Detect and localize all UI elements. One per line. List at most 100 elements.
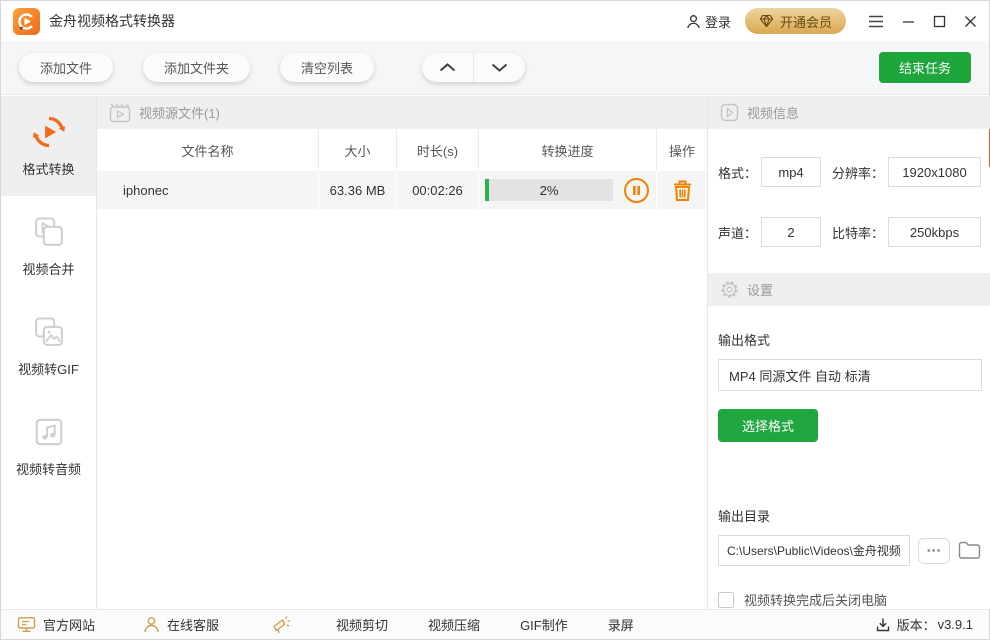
shutdown-option: 视频转换完成后关闭电脑 (718, 590, 981, 609)
gear-icon (720, 280, 739, 299)
video-to-gif-icon (31, 314, 67, 350)
app-logo-icon (13, 8, 40, 35)
open-folder-icon[interactable] (958, 541, 981, 560)
file-panel-title: 视频源文件(1) (139, 103, 220, 122)
official-site-link[interactable]: 官方网站 (17, 615, 95, 634)
sidebar-item-label: 视频转GIF (18, 359, 79, 378)
video-to-audio-icon (31, 414, 67, 450)
toolbar: 添加文件 添加文件夹 清空列表 结束任务 (1, 41, 989, 95)
film-icon (109, 103, 131, 123)
channels-label: 声道： (718, 223, 757, 242)
table-row[interactable]: iphonec 63.36 MB 00:02:26 2% (97, 171, 707, 209)
sidebar-item-label: 视频转音频 (16, 459, 81, 478)
output-dir-label: 输出目录 (718, 506, 981, 525)
settings-body: 输出格式 选择格式 输出目录 ••• 视频转换完成后关闭电脑 (708, 306, 990, 609)
sidebar-item-video-merge[interactable]: 视频合并 (1, 196, 96, 296)
cell-progress: 2% (479, 171, 657, 209)
login-label: 登录 (705, 12, 731, 31)
resolution-label: 分辨率： (832, 163, 884, 182)
update-icon (875, 617, 891, 633)
minimize-icon[interactable] (902, 15, 915, 28)
shutdown-checkbox[interactable] (718, 592, 734, 608)
official-site-label: 官方网站 (43, 615, 95, 634)
footer-links: 视频剪切 视频压缩 GIF制作 录屏 (336, 615, 634, 634)
service-person-icon (143, 616, 160, 633)
col-duration: 时长(s) (397, 129, 479, 171)
titlebar: 金舟视频格式转换器 登录 开通会员 (1, 1, 989, 41)
footer-link-video-compress[interactable]: 视频压缩 (428, 615, 480, 634)
version-info: 版本：v3.9.1 (875, 615, 973, 634)
video-info-fields: 格式： mp4 分辨率： 1920x1080 声道： 2 比特率： 250kbp… (708, 129, 990, 247)
monitor-icon (17, 616, 36, 633)
video-info-title: 视频信息 (747, 103, 799, 122)
move-down-button[interactable] (474, 53, 525, 82)
end-task-button[interactable]: 结束任务 (879, 52, 971, 83)
sidebar-item-video-to-gif[interactable]: 视频转GIF (1, 296, 96, 396)
video-info-header: 视频信息 (708, 96, 990, 129)
reorder-control (422, 53, 525, 82)
col-size: 大小 (319, 129, 397, 171)
app-title: 金舟视频格式转换器 (49, 11, 175, 31)
right-panel: 视频信息 格式： mp4 分辨率： 1920x1080 声道： 2 比特率： 2… (707, 96, 990, 609)
online-service-link[interactable]: 在线客服 (143, 615, 219, 634)
cell-size: 63.36 MB (319, 171, 397, 209)
sidebar-item-label: 格式转换 (22, 159, 74, 178)
cell-duration: 00:02:26 (397, 171, 479, 209)
menu-icon[interactable] (868, 15, 884, 28)
col-action: 操作 (657, 129, 707, 171)
delete-icon[interactable] (672, 179, 693, 202)
shutdown-checkbox-label: 视频转换完成后关闭电脑 (744, 590, 887, 609)
vip-button[interactable]: 开通会员 (745, 8, 846, 34)
move-up-button[interactable] (422, 53, 473, 82)
settings-header: 设置 (708, 273, 990, 306)
file-panel-header: 视频源文件(1) (97, 96, 707, 129)
clear-list-button[interactable]: 清空列表 (280, 53, 374, 82)
cell-action (657, 171, 707, 209)
footer-link-video-cut[interactable]: 视频剪切 (336, 615, 388, 634)
browse-button[interactable]: ••• (918, 538, 950, 564)
table-header: 文件名称 大小 时长(s) 转换进度 操作 (97, 129, 707, 171)
format-label: 格式： (718, 163, 757, 182)
app-window: 金舟视频格式转换器 登录 开通会员 (0, 0, 990, 640)
format-convert-icon (31, 114, 67, 150)
sidebar-item-format-convert[interactable]: 格式转换 (1, 96, 96, 196)
video-info-icon (720, 103, 739, 122)
format-value: mp4 (761, 157, 821, 187)
footer-link-screen-record[interactable]: 录屏 (608, 615, 634, 634)
login-button[interactable]: 登录 (686, 12, 731, 31)
promo-tools (271, 614, 292, 635)
col-progress: 转换进度 (479, 129, 657, 171)
megaphone-icon (271, 614, 292, 635)
file-panel: 视频源文件(1) 文件名称 大小 时长(s) 转换进度 操作 iphonec 6… (97, 96, 707, 609)
add-folder-button[interactable]: 添加文件夹 (143, 53, 250, 82)
progress-bar: 2% (485, 179, 613, 201)
output-format-label: 输出格式 (718, 330, 981, 349)
close-icon[interactable] (964, 15, 977, 28)
video-merge-icon (31, 214, 67, 250)
col-file-name: 文件名称 (97, 129, 319, 171)
maximize-icon[interactable] (933, 15, 946, 28)
output-dir-input[interactable] (718, 535, 910, 566)
channels-value: 2 (761, 217, 821, 247)
output-format-input[interactable] (718, 359, 982, 391)
user-icon (686, 14, 701, 29)
footer: 官方网站 在线客服 视频剪切 视频压缩 GIF制作 录屏 (1, 609, 989, 639)
version-label: 版本： (897, 615, 936, 634)
sidebar-item-label: 视频合并 (22, 259, 74, 278)
resolution-value: 1920x1080 (888, 157, 981, 187)
bitrate-value: 250kbps (888, 217, 981, 247)
version-value: v3.9.1 (938, 617, 973, 632)
cell-file-name: iphonec (97, 171, 319, 209)
settings-title: 设置 (747, 280, 773, 299)
gem-icon (759, 14, 774, 28)
vip-label: 开通会员 (780, 12, 832, 31)
online-service-label: 在线客服 (167, 615, 219, 634)
pause-icon[interactable] (623, 177, 650, 204)
choose-format-button[interactable]: 选择格式 (718, 409, 818, 442)
sidebar: 格式转换 视频合并 视频转GIF (1, 96, 97, 609)
footer-link-gif-maker[interactable]: GIF制作 (520, 615, 568, 634)
sidebar-item-video-to-audio[interactable]: 视频转音频 (1, 396, 96, 496)
add-file-button[interactable]: 添加文件 (19, 53, 113, 82)
progress-label: 2% (485, 179, 613, 201)
bitrate-label: 比特率： (832, 223, 884, 242)
